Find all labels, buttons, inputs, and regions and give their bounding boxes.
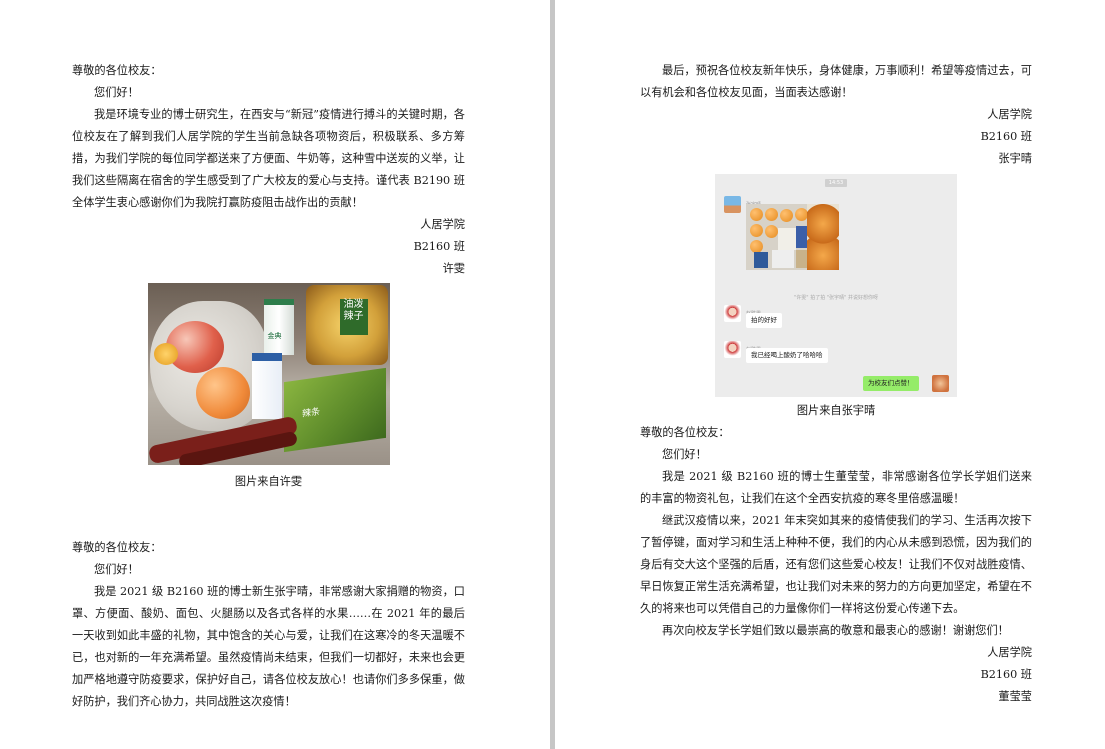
chat-bubble: 我已经喝上酸奶了哈哈哈 [746,348,828,363]
milk-carton: 金典 [263,299,294,355]
letter2-sign-school: 人居学院 [987,108,1032,121]
snack-box: 辣条 [283,367,386,453]
letter1-greeting: 您们好！ [94,86,139,99]
letter3-para3: 再次向校友学长学姐们致以最崇高的敬意和最衷心的感谢！谢谢您们！ [662,624,1009,637]
avatar [724,305,741,322]
milk-label: 金典 [267,332,282,340]
chat-bubble: 拍的好好 [746,313,782,328]
letter1-sign-class: B2160 班 [413,240,465,253]
avatar [724,196,741,213]
letter3-para1: 我是 2021 级 B2160 班的博士生董莹莹，非常感谢各位学长学姐们送来的丰… [640,470,1032,505]
letter1-sign-name: 许雯 [442,262,465,275]
letter3-sign-name: 董莹莹 [998,690,1032,703]
letter2-salutation: 尊敬的各位校友： [72,541,162,554]
letter2-sign-class: B2160 班 [980,130,1032,143]
letter2-sign-name: 张宇晴 [998,152,1032,165]
letter3-greeting: 您们好！ [662,448,707,461]
letter3-para2: 继武汉疫情以来，2021 年末突如其来的疫情使我们的学习、生活再次按下了暂停键，… [640,514,1032,615]
chat-screenshot: 14:53 张宇晴 "许雯" 拍了拍 "张宇晴" 并说好想你呀 赵胜男 拍的好好… [715,174,957,397]
letter3-salutation: 尊敬的各位校友： [640,426,730,439]
document-page-right: 最后，预祝各位校友新年快乐，身体健康，万事顺利！希望等疫情过去，可以有机会和各位… [555,0,1105,749]
letter3-sign-school: 人居学院 [987,646,1032,659]
letter1-body: 我是环境专业的博士研究生，在西安与“新冠”疫情进行搏斗的关键时期，各位校友在了解… [72,108,465,209]
letter1-sign-school: 人居学院 [420,218,465,231]
milk-carton [251,353,282,419]
photo-caption: 图片来自张宇晴 [796,404,876,417]
noodle-cup: 油泼辣子 [305,285,388,365]
photo-caption: 图片来自许雯 [234,475,303,488]
letter2-closing: 最后，预祝各位校友新年快乐，身体健康，万事顺利！希望等疫情过去，可以有机会和各位… [640,64,1032,99]
supplies-photo: 油泼辣子 金典 辣条 [147,283,390,465]
avatar [932,375,949,392]
orange [153,343,178,365]
letter1-salutation: 尊敬的各位校友： [72,64,162,77]
letter2-body: 我是 2021 级 B2160 班的博士新生张宇晴，非常感谢大家捐赠的物资，口罩… [72,585,465,708]
letter3-sign-class: B2160 班 [980,668,1032,681]
document-page-left: 尊敬的各位校友： 您们好！ 我是环境专业的博士研究生，在西安与“新冠”疫情进行搏… [0,0,550,749]
snack-label: 辣条 [301,407,320,420]
chat-timestamp: 14:53 [825,179,847,187]
page-content: 最后，预祝各位校友新年快乐，身体健康，万事顺利！希望等疫情过去，可以有机会和各位… [640,60,1032,708]
avatar [724,341,741,358]
page-content: 尊敬的各位校友： 您们好！ 我是环境专业的博士研究生，在西安与“新冠”疫情进行搏… [72,60,465,713]
noodle-label: 油泼辣子 [339,299,368,335]
orange [195,367,250,419]
shared-food-photo-right [807,204,839,270]
letter2-greeting: 您们好！ [94,563,139,576]
chat-bubble-self: 为校友们点赞！ [863,376,919,391]
